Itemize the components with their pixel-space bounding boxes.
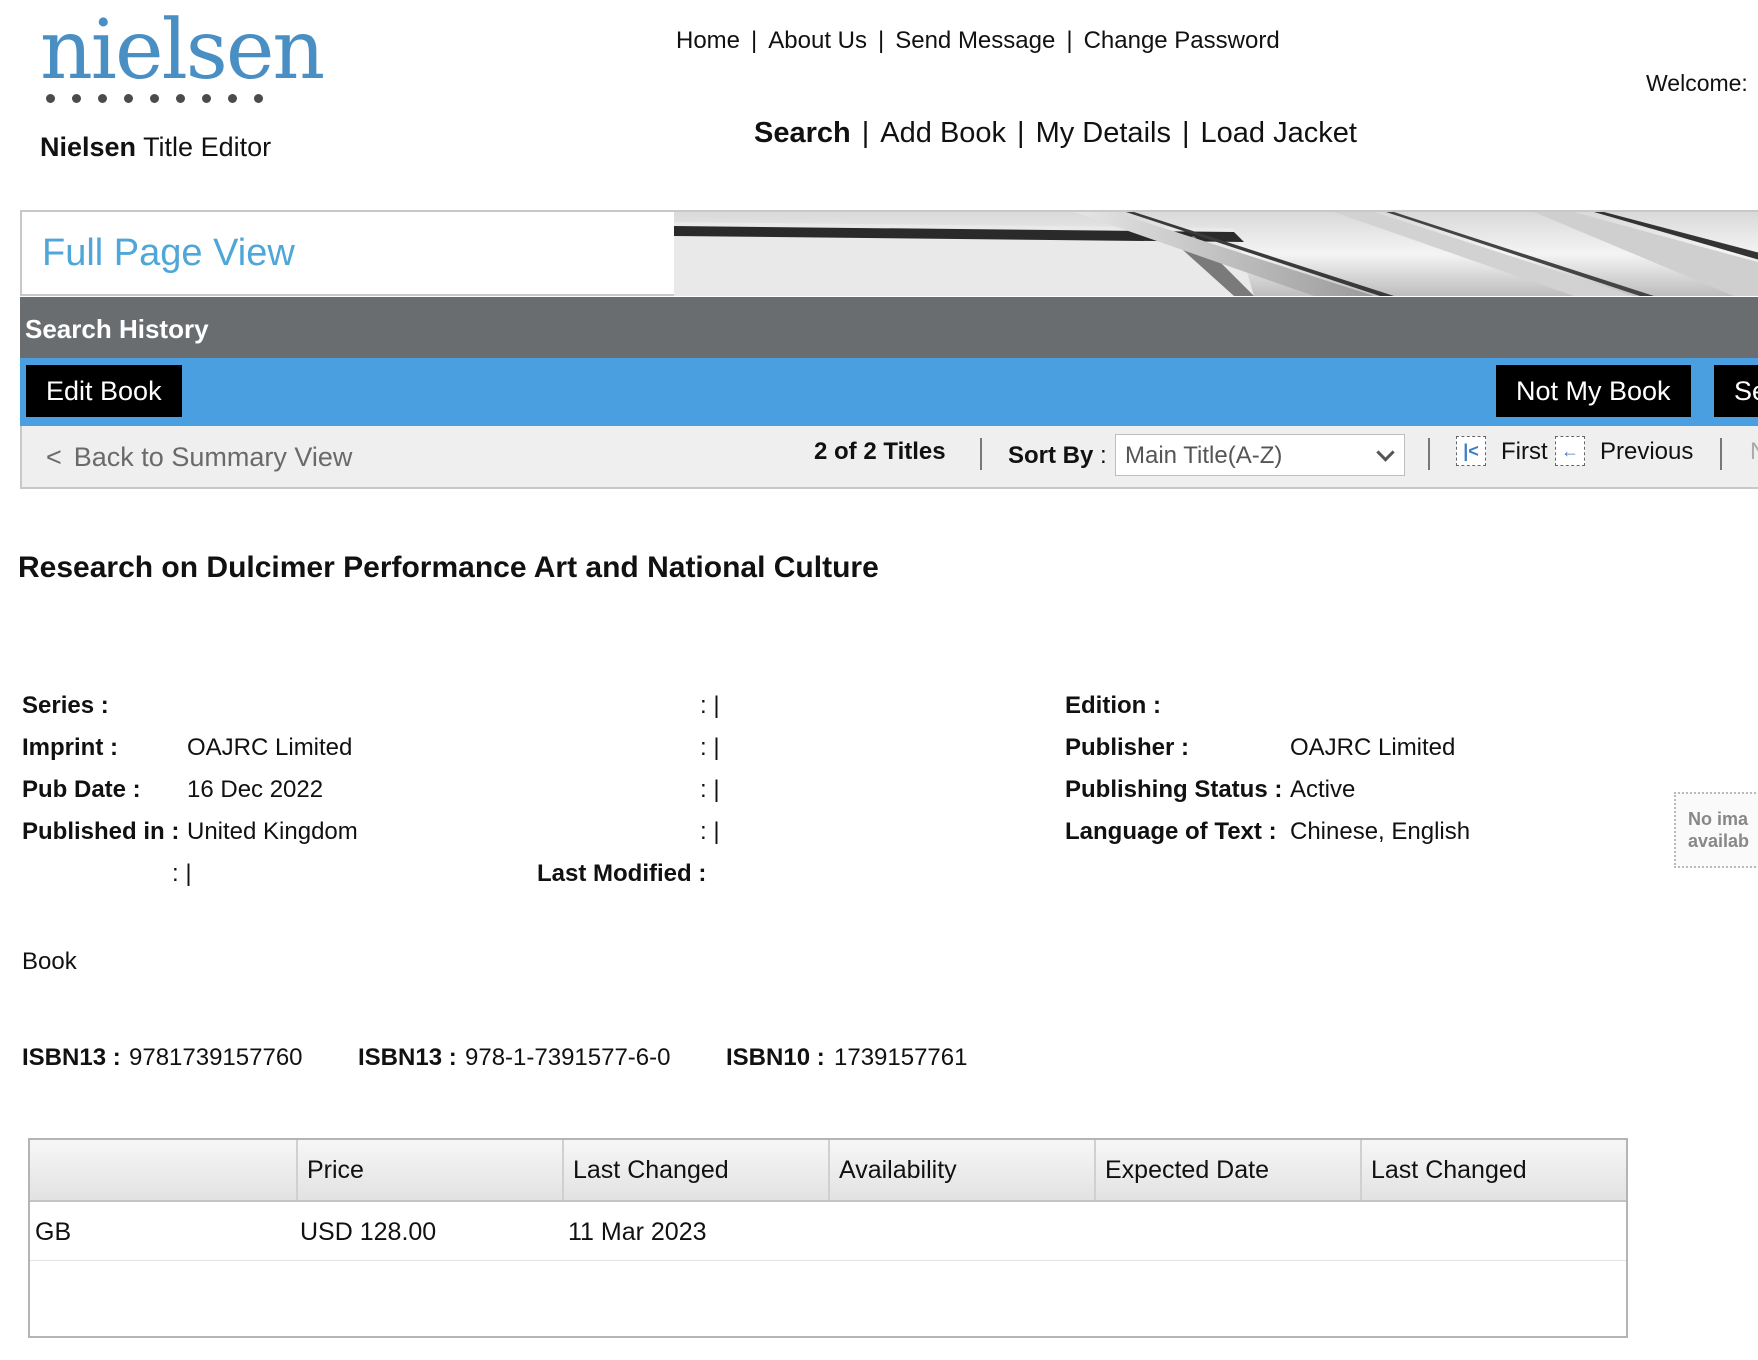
top-nav: Home | About Us | Send Message | Change Passwo…	[676, 27, 1280, 54]
column-header-territory	[30, 1140, 296, 1200]
page: nielsen Nielsen Title Editor Home | About …	[0, 0, 1758, 1360]
column-header-availability: Availability	[828, 1140, 1094, 1200]
back-chevron-icon: <	[46, 442, 62, 472]
published-in-label: Published in :	[22, 818, 180, 845]
divider	[1428, 438, 1430, 470]
pager-bar: < Back to Summary View 2 of 2 Titles Sort…	[20, 426, 1758, 489]
cell-last-changed: 11 Mar 2023	[568, 1218, 707, 1246]
price-table: Price Last Changed Availability Expected…	[28, 1138, 1628, 1338]
column-header-expected-date: Expected Date	[1094, 1140, 1360, 1200]
isbn10-label: ISBN10 :	[726, 1044, 825, 1071]
column-header-last-changed: Last Changed	[562, 1140, 828, 1200]
column-header-last-changed-2: Last Changed	[1360, 1140, 1626, 1200]
next-page-link[interactable]: N	[1750, 438, 1758, 466]
nielsen-logo[interactable]: nielsen	[40, 3, 325, 103]
edition-label: Edition :	[1065, 692, 1161, 719]
app-title-rest: Title Editor	[143, 132, 272, 162]
pub-date-label: Pub Date :	[22, 776, 141, 803]
search-history-label: Search History	[25, 314, 209, 344]
app-title-brand: Nielsen	[40, 132, 137, 162]
isbn13-hyphenated-label: ISBN13 :	[358, 1044, 457, 1071]
nav-add-book-link[interactable]: Add Book	[880, 117, 1006, 149]
not-my-book-button[interactable]: Not My Book	[1496, 365, 1691, 417]
sort-by-colon: :	[1100, 442, 1107, 469]
publishing-status-label: Publishing Status :	[1065, 776, 1283, 803]
language-value: Chinese, English	[1290, 818, 1471, 845]
pub-date-value: 16 Dec 2022	[187, 776, 324, 803]
back-to-summary-label: Back to Summary View	[73, 442, 353, 472]
publisher-value: OAJRC Limited	[1290, 734, 1456, 761]
book-title: Research on Dulcimer Performance Art and…	[18, 551, 879, 584]
main-nav: Search | Add Book | My Details | Load Jacket	[754, 117, 1357, 149]
nav-about-us-link[interactable]: About Us	[768, 27, 867, 54]
cut-off-button[interactable]: Se	[1714, 365, 1758, 417]
nav-my-details-link[interactable]: My Details	[1036, 117, 1171, 149]
field-separator: : |	[700, 692, 720, 719]
divider	[1720, 438, 1722, 470]
cell-price: USD 128.00	[300, 1218, 437, 1246]
field-separator: : |	[700, 776, 720, 803]
table-row: GB USD 128.00 11 Mar 2023	[30, 1202, 1626, 1261]
isbn13-hyphenated-value: 978-1-7391577-6-0	[465, 1044, 671, 1071]
imprint-value: OAJRC Limited	[187, 734, 353, 761]
no-image-line-2: availab	[1688, 831, 1750, 851]
previous-page-link[interactable]: Previous	[1600, 438, 1693, 466]
series-label: Series :	[22, 692, 109, 719]
app-title: Nielsen Title Editor	[40, 132, 271, 163]
isbn13-value: 9781739157760	[129, 1044, 303, 1071]
column-header-price: Price	[296, 1140, 562, 1200]
back-to-summary-link[interactable]: < Back to Summary View	[46, 442, 352, 473]
cell-territory: GB	[35, 1218, 72, 1246]
page-banner: Full Page View	[20, 210, 1758, 296]
language-label: Language of Text :	[1065, 818, 1277, 845]
field-separator: : |	[700, 734, 720, 761]
isbn10-value: 1739157761	[834, 1044, 968, 1071]
imprint-label: Imprint :	[22, 734, 118, 761]
nav-search-link[interactable]: Search	[754, 117, 851, 149]
no-image-placeholder: No ima availab	[1674, 792, 1758, 868]
sort-by-text: Sort By	[1008, 442, 1094, 469]
chevron-down-icon	[1376, 443, 1395, 462]
nav-load-jacket-link[interactable]: Load Jacket	[1201, 117, 1357, 149]
first-page-link[interactable]: First	[1501, 438, 1548, 466]
sort-selected-value: Main Title(A-Z)	[1125, 442, 1283, 469]
nav-change-password-link[interactable]: Change Password	[1084, 27, 1280, 54]
welcome-text: Welcome:	[1646, 70, 1748, 96]
logo-wordmark: nielsen	[40, 3, 325, 98]
sort-by-select[interactable]: Main Title(A-Z)	[1115, 434, 1405, 476]
first-page-icon[interactable]: |<	[1456, 436, 1486, 466]
nav-home-link[interactable]: Home	[676, 27, 740, 54]
action-toolbar: Edit Book Not My Book Se	[20, 358, 1758, 426]
search-history-bar[interactable]: Search History	[20, 297, 1758, 358]
banner-books-image	[674, 212, 1758, 296]
previous-page-icon[interactable]: ←	[1555, 436, 1585, 466]
nav-send-message-link[interactable]: Send Message	[895, 27, 1055, 54]
field-separator: : |	[172, 860, 192, 887]
publishing-status-value: Active	[1290, 776, 1356, 803]
page-title: Full Page View	[42, 232, 295, 274]
edit-book-button[interactable]: Edit Book	[26, 365, 182, 417]
field-separator: : |	[700, 818, 720, 845]
last-modified-label: Last Modified :	[537, 860, 707, 887]
divider	[980, 438, 982, 470]
sort-by-label: Sort By :	[1008, 442, 1107, 470]
published-in-value: United Kingdom	[187, 818, 358, 845]
book-format: Book	[22, 948, 77, 975]
publisher-label: Publisher :	[1065, 734, 1190, 761]
titles-count: 2 of 2 Titles	[814, 438, 946, 465]
no-image-line-1: No ima	[1688, 809, 1749, 829]
table-header: Price Last Changed Availability Expected…	[30, 1140, 1626, 1202]
logo-dots	[46, 94, 263, 103]
isbn13-label: ISBN13 :	[22, 1044, 121, 1071]
